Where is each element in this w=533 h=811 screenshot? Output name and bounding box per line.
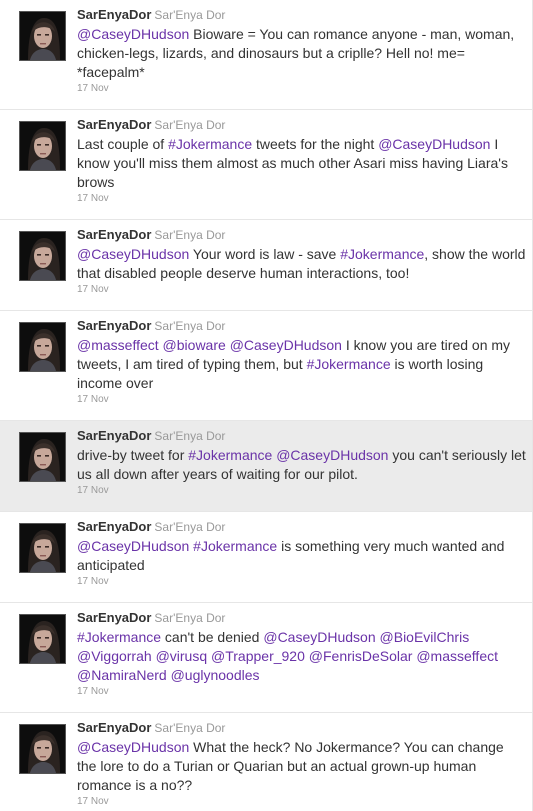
tweet[interactable]: SarEnyaDor Sar'Enya Dor @CaseyDHudson Bio… bbox=[0, 0, 532, 110]
mention-link[interactable]: @masseffect bbox=[77, 337, 159, 353]
tweet[interactable]: SarEnyaDor Sar'Enya Dor @CaseyDHudson Wha… bbox=[0, 713, 532, 811]
mention-link[interactable]: @CaseyDHudson bbox=[77, 538, 189, 554]
avatar-image bbox=[20, 615, 65, 663]
tweet[interactable]: SarEnyaDor Sar'Enya Dor Last couple of #J… bbox=[0, 110, 532, 220]
avatar[interactable] bbox=[19, 724, 66, 774]
timestamp[interactable]: 17 Nov bbox=[77, 796, 526, 807]
username[interactable]: SarEnyaDor bbox=[77, 610, 151, 625]
mention-link[interactable]: @CaseyDHudson bbox=[263, 629, 375, 645]
full-name: Sar'Enya Dor bbox=[154, 429, 226, 443]
full-name: Sar'Enya Dor bbox=[154, 228, 226, 242]
username[interactable]: SarEnyaDor bbox=[77, 227, 151, 242]
username[interactable]: SarEnyaDor bbox=[77, 428, 151, 443]
tweet-text: drive-by tweet for #Jokermance @CaseyDHu… bbox=[77, 446, 526, 484]
hashtag-link[interactable]: #Jokermance bbox=[168, 136, 252, 152]
mention-link[interactable]: @FenrisDeSolar bbox=[309, 648, 413, 664]
mention-link[interactable]: @NamiraNerd bbox=[77, 667, 167, 683]
tweet-text-segment: drive-by tweet for bbox=[77, 447, 189, 463]
mention-link[interactable]: @CaseyDHudson bbox=[378, 136, 490, 152]
username[interactable]: SarEnyaDor bbox=[77, 519, 151, 534]
mention-link[interactable]: @CaseyDHudson bbox=[230, 337, 342, 353]
avatar[interactable] bbox=[19, 523, 66, 573]
avatar[interactable] bbox=[19, 432, 66, 482]
timestamp[interactable]: 17 Nov bbox=[77, 485, 526, 496]
tweet-feed: SarEnyaDor Sar'Enya Dor @CaseyDHudson Bio… bbox=[0, 0, 533, 811]
tweet[interactable]: SarEnyaDor Sar'Enya Dor drive-by tweet fo… bbox=[0, 421, 532, 512]
mention-link[interactable]: @CaseyDHudson bbox=[276, 447, 388, 463]
avatar-image bbox=[20, 524, 65, 572]
mention-link[interactable]: @CaseyDHudson bbox=[77, 739, 189, 755]
avatar-image bbox=[20, 122, 65, 170]
mention-link[interactable]: @CaseyDHudson bbox=[77, 26, 189, 42]
tweet-text: @masseffect @bioware @CaseyDHudson I kno… bbox=[77, 336, 526, 393]
hashtag-link[interactable]: #Jokermance bbox=[77, 629, 161, 645]
username[interactable]: SarEnyaDor bbox=[77, 117, 151, 132]
username[interactable]: SarEnyaDor bbox=[77, 7, 151, 22]
tweet[interactable]: SarEnyaDor Sar'Enya Dor @CaseyDHudson #Jo… bbox=[0, 512, 532, 603]
tweet[interactable]: SarEnyaDor Sar'Enya Dor #Jokermance can't… bbox=[0, 603, 532, 713]
timestamp[interactable]: 17 Nov bbox=[77, 193, 526, 204]
full-name: Sar'Enya Dor bbox=[154, 319, 226, 333]
mention-link[interactable]: @bioware bbox=[163, 337, 226, 353]
tweet-text: @CaseyDHudson What the heck? No Jokerman… bbox=[77, 738, 526, 795]
tweet-text: Last couple of #Jokermance tweets for th… bbox=[77, 135, 526, 192]
tweet-text: @CaseyDHudson Your word is law - save #J… bbox=[77, 245, 526, 283]
mention-link[interactable]: @uglynoodles bbox=[171, 667, 260, 683]
avatar-image bbox=[20, 323, 65, 371]
tweet-text-segment: tweets for the night bbox=[252, 136, 379, 152]
hashtag-link[interactable]: #Jokermance bbox=[193, 538, 277, 554]
full-name: Sar'Enya Dor bbox=[154, 611, 226, 625]
timestamp[interactable]: 17 Nov bbox=[77, 394, 526, 405]
tweet-text-segment: can't be denied bbox=[161, 629, 264, 645]
full-name: Sar'Enya Dor bbox=[154, 118, 226, 132]
tweet[interactable]: SarEnyaDor Sar'Enya Dor @masseffect @biow… bbox=[0, 311, 532, 421]
full-name: Sar'Enya Dor bbox=[154, 8, 226, 22]
tweet-text: @CaseyDHudson Bioware = You can romance … bbox=[77, 25, 526, 82]
avatar-image bbox=[20, 433, 65, 481]
timestamp[interactable]: 17 Nov bbox=[77, 686, 526, 697]
tweet[interactable]: SarEnyaDor Sar'Enya Dor @CaseyDHudson You… bbox=[0, 220, 532, 311]
full-name: Sar'Enya Dor bbox=[154, 721, 226, 735]
timestamp[interactable]: 17 Nov bbox=[77, 284, 526, 295]
tweet-text: @CaseyDHudson #Jokermance is something v… bbox=[77, 537, 526, 575]
avatar-image bbox=[20, 725, 65, 773]
avatar[interactable] bbox=[19, 11, 66, 61]
avatar[interactable] bbox=[19, 121, 66, 171]
mention-link[interactable]: @BioEvilChris bbox=[380, 629, 470, 645]
mention-link[interactable]: @CaseyDHudson bbox=[77, 246, 189, 262]
avatar[interactable] bbox=[19, 322, 66, 372]
hashtag-link[interactable]: #Jokermance bbox=[340, 246, 424, 262]
hashtag-link[interactable]: #Jokermance bbox=[307, 356, 391, 372]
username[interactable]: SarEnyaDor bbox=[77, 318, 151, 333]
avatar-image bbox=[20, 232, 65, 280]
avatar[interactable] bbox=[19, 614, 66, 664]
tweet-text-segment: Your word is law - save bbox=[189, 246, 341, 262]
tweet-text-segment: Last couple of bbox=[77, 136, 169, 152]
full-name: Sar'Enya Dor bbox=[154, 520, 226, 534]
mention-link[interactable]: @Trapper_920 bbox=[211, 648, 305, 664]
timestamp[interactable]: 17 Nov bbox=[77, 83, 526, 94]
avatar-image bbox=[20, 12, 65, 60]
mention-link[interactable]: @virusq bbox=[156, 648, 208, 664]
timestamp[interactable]: 17 Nov bbox=[77, 576, 526, 587]
tweet-text: #Jokermance can't be denied @CaseyDHudso… bbox=[77, 628, 526, 685]
mention-link[interactable]: @masseffect bbox=[416, 648, 498, 664]
mention-link[interactable]: @Viggorrah bbox=[77, 648, 152, 664]
avatar[interactable] bbox=[19, 231, 66, 281]
hashtag-link[interactable]: #Jokermance bbox=[188, 447, 272, 463]
username[interactable]: SarEnyaDor bbox=[77, 720, 151, 735]
